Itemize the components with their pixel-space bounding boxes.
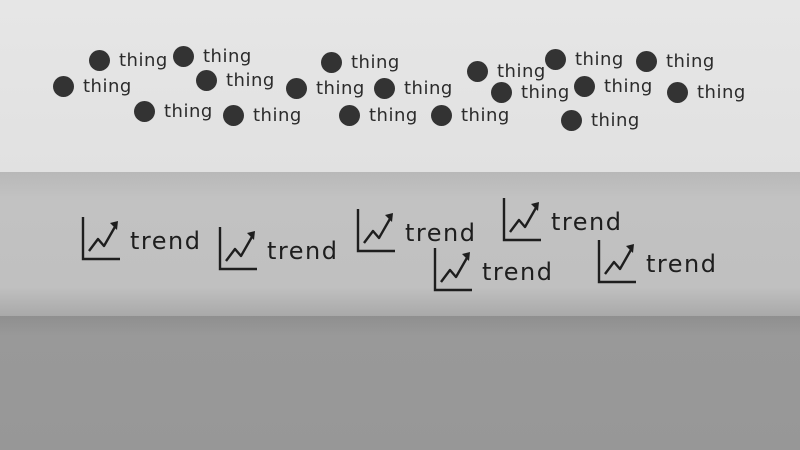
thing-label: thing — [591, 109, 640, 131]
middle-band: trend trend trend trend trend trend — [0, 172, 800, 316]
dot-icon — [667, 81, 688, 103]
trend-item: trend — [432, 246, 553, 292]
trend-label: trend — [482, 258, 554, 286]
thing-item: thing — [574, 74, 653, 98]
thing-label: thing — [604, 75, 653, 97]
trend-item: trend — [501, 196, 622, 242]
thing-label: thing — [697, 81, 746, 103]
thing-label: thing — [461, 104, 510, 126]
dot-icon — [545, 48, 566, 70]
dot-icon — [491, 81, 512, 103]
thing-label: thing — [497, 60, 546, 82]
trend-chart-icon — [218, 227, 257, 271]
trend-label: trend — [646, 250, 718, 278]
trend-chart-icon — [597, 240, 636, 284]
thing-item: thing — [53, 74, 132, 98]
trend-item: trend — [80, 215, 201, 261]
dot-icon — [321, 51, 342, 73]
thing-item: thing — [431, 103, 510, 127]
dot-icon — [134, 100, 155, 122]
dot-icon — [467, 60, 488, 82]
thing-item: thing — [223, 103, 302, 127]
trend-label: trend — [130, 227, 202, 255]
thing-label: thing — [666, 50, 715, 72]
thing-label: thing — [369, 104, 418, 126]
thing-item: thing — [561, 108, 640, 132]
thing-item: thing — [636, 49, 715, 73]
trend-label: trend — [551, 208, 623, 236]
trend-label: trend — [405, 219, 477, 247]
dot-icon — [636, 50, 657, 72]
dot-icon — [89, 49, 110, 71]
thing-item: thing — [196, 68, 275, 92]
dot-icon — [53, 75, 74, 97]
thing-item: thing — [667, 80, 746, 104]
thing-label: thing — [119, 49, 168, 71]
thing-item: thing — [374, 76, 453, 100]
canvas: thing thing thing thing thing thing thin… — [0, 0, 800, 450]
thing-label: thing — [203, 45, 252, 67]
trend-chart-icon — [81, 217, 120, 261]
thing-item: thing — [545, 47, 624, 71]
thing-item: thing — [321, 50, 400, 74]
trend-item: trend — [596, 238, 717, 284]
thing-label: thing — [351, 51, 400, 73]
trend-chart-icon — [502, 198, 541, 242]
dot-icon — [286, 77, 307, 99]
dot-icon — [173, 45, 194, 67]
trend-item: trend — [217, 225, 338, 271]
thing-item: thing — [286, 76, 365, 100]
thing-label: thing — [164, 100, 213, 122]
thing-label: thing — [253, 104, 302, 126]
thing-label: thing — [226, 69, 275, 91]
thing-item: thing — [491, 80, 570, 104]
thing-label: thing — [316, 77, 365, 99]
thing-item: thing — [339, 103, 418, 127]
thing-label: thing — [575, 48, 624, 70]
dot-icon — [431, 104, 452, 126]
thing-item: thing — [134, 99, 213, 123]
dot-icon — [196, 69, 217, 91]
thing-label: thing — [83, 75, 132, 97]
trend-chart-icon — [433, 248, 472, 292]
bottom-band — [0, 316, 800, 450]
thing-label: thing — [404, 77, 453, 99]
thing-item: thing — [173, 44, 252, 68]
thing-item: thing — [89, 48, 168, 72]
dot-icon — [223, 104, 244, 126]
trend-label: trend — [267, 237, 339, 265]
dot-icon — [374, 77, 395, 99]
dot-icon — [561, 109, 582, 131]
dot-icon — [574, 75, 595, 97]
top-band: thing thing thing thing thing thing thin… — [0, 0, 800, 172]
thing-label: thing — [521, 81, 570, 103]
dot-icon — [339, 104, 360, 126]
trend-chart-icon — [356, 209, 395, 253]
